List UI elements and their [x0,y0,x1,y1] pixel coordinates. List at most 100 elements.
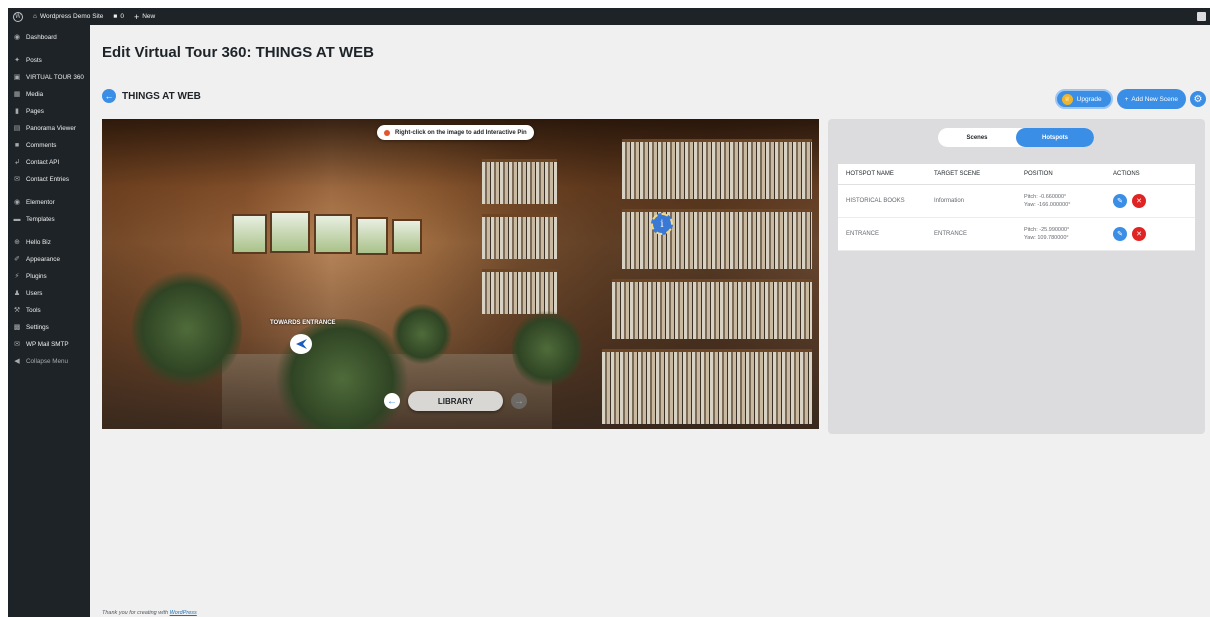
sidebar-item-virtual-tour[interactable]: ▣ VIRTUAL TOUR 360 [8,69,90,86]
sidebar-item-posts[interactable]: ✦ Posts [8,52,90,69]
new-content-menu[interactable]: + New [129,8,160,25]
bookshelf-image [602,349,812,424]
previous-scene-button[interactable]: ← [384,393,400,409]
upgrade-button[interactable]: ♕ Upgrade [1054,89,1113,109]
admin-bar: W ⌂ Wordpress Demo Site ■ 0 + New [8,8,1210,25]
upgrade-label: Upgrade [1076,95,1102,103]
sidebar-item-label: Hello Biz [26,239,51,246]
comments-menu[interactable]: ■ 0 [108,8,129,25]
hotspots-panel: Scenes Hotspots HOTSPOT NAME TARGET SCEN… [828,119,1205,434]
sidebar-item-dashboard[interactable]: ◉ Dashboard [8,29,90,46]
plus-icon: + [1124,95,1129,103]
sidebar-item-plugins[interactable]: ⚡ Plugins [8,268,90,285]
scene-link-hotspot[interactable] [290,334,312,354]
chevron-left-icon [296,339,307,349]
sidebar-item-appearance[interactable]: ✐ Appearance [8,251,90,268]
tab-scenes[interactable]: Scenes [938,128,1016,147]
sidebar-item-label: Collapse Menu [26,358,69,365]
top-actions: ♕ Upgrade + Add New Scene ⚙ [1054,89,1206,109]
wp-admin-window: W ⌂ Wordpress Demo Site ■ 0 + New ◉ Dash… [8,8,1210,617]
film-icon: ▣ [13,74,21,82]
new-label: New [142,13,156,20]
bookshelf-image [482,269,557,314]
sidebar-item-label: Settings [26,324,49,331]
sidebar-collapse-menu[interactable]: ◀ Collapse Menu [8,353,90,370]
window-image [314,214,352,254]
wordpress-logo-icon: W [13,11,23,22]
admin-footer: Thank you for creating with WordPress [102,610,197,616]
target-scene: Information [934,198,965,204]
brush-icon: ✐ [14,256,20,264]
site-name: Wordpress Demo Site [39,13,104,20]
scene-header: ← THINGS AT WEB [102,89,201,103]
site-name-menu[interactable]: ⌂ Wordpress Demo Site [28,8,108,25]
user-icon: ♟ [13,290,21,298]
current-scene-label[interactable]: LIBRARY [408,391,503,411]
table-row: ENTRANCE ENTRANCE Pitch: -25.990000° Yaw… [838,218,1195,251]
back-arrow-icon[interactable]: ← [102,89,116,103]
api-icon: ↲ [14,159,20,167]
sidebar-item-settings[interactable]: ▩ Settings [8,319,90,336]
sidebar-item-pages[interactable]: ▮ Pages [8,103,90,120]
admin-sidebar: ◉ Dashboard ✦ Posts ▣ VIRTUAL TOUR 360 ▦… [8,25,90,617]
delete-hotspot-button[interactable]: ✕ [1132,194,1146,208]
sidebar-item-label: Panorama Viewer [26,125,76,132]
column-header: ACTIONS [1113,171,1140,177]
add-scene-label: Add New Scene [1131,95,1178,103]
account-avatar[interactable] [1197,12,1206,21]
sidebar-item-tools[interactable]: ⚒ Tools [8,302,90,319]
tab-hotspots[interactable]: Hotspots [1016,128,1094,147]
sidebar-item-label: Elementor [26,199,55,206]
sidebar-item-label: Users [26,290,43,297]
edit-hotspot-button[interactable]: ✎ [1113,194,1127,208]
dashboard-icon: ◉ [13,34,21,42]
interactive-pin-hint: Right-click on the image to add Interact… [377,125,534,140]
next-scene-button[interactable]: → [511,393,527,409]
sidebar-item-label: Templates [26,216,55,223]
sidebar-item-label: Tools [26,307,41,314]
hotspots-table: HOTSPOT NAME TARGET SCENE POSITION ACTIO… [838,164,1195,251]
sidebar-item-templates[interactable]: ▬ Templates [8,211,90,228]
elementor-icon: ◉ [13,199,21,207]
window-image [356,217,388,255]
wp-logo-menu[interactable]: W [8,8,28,25]
media-icon: ▦ [13,91,21,99]
wordpress-link[interactable]: WordPress [170,610,197,616]
sidebar-item-comments[interactable]: ■ Comments [8,137,90,154]
sidebar-item-contact-api[interactable]: ↲ Contact API [8,154,90,171]
info-hotspot-icon[interactable]: i [651,213,673,235]
sidebar-item-elementor[interactable]: ◉ Elementor [8,194,90,211]
sidebar-item-wp-mail-smtp[interactable]: ✉ WP Mail SMTP [8,336,90,353]
comments-count: 0 [120,13,124,20]
delete-hotspot-button[interactable]: ✕ [1132,227,1146,241]
target-scene: ENTRANCE [934,231,968,237]
settings-icon: ▩ [13,324,21,332]
panorama-viewer[interactable]: Right-click on the image to add Interact… [102,119,819,429]
plug-icon: ⚡ [14,273,20,281]
sidebar-item-panorama-viewer[interactable]: ▤ Panorama Viewer [8,120,90,137]
pin-dot-icon [384,129,390,136]
pitch-value: Pitch: -0.660000° [1024,194,1067,200]
edit-hotspot-button[interactable]: ✎ [1113,227,1127,241]
bookshelf-image [482,159,557,204]
footer-text: Thank you for creating with [102,610,169,616]
sidebar-item-contact-entries[interactable]: ✉ Contact Entries [8,171,90,188]
sidebar-item-hello-biz[interactable]: ⊕ Hello Biz [8,234,90,251]
bookshelf-image [482,214,557,259]
sidebar-item-label: Comments [26,142,57,149]
sidebar-item-media[interactable]: ▦ Media [8,86,90,103]
wrench-icon: ⚒ [13,307,21,315]
mail-smtp-icon: ✉ [14,341,20,349]
column-header: HOTSPOT NAME [846,171,894,177]
sidebar-item-label: Contact Entries [26,176,70,183]
hotspot-name: ENTRANCE [846,231,880,237]
home-icon: ⌂ [33,13,37,20]
pin-icon: ✦ [14,57,20,65]
sidebar-item-label: VIRTUAL TOUR 360 [26,74,84,81]
gear-icon[interactable]: ⚙ [1190,91,1206,107]
add-new-scene-button[interactable]: + Add New Scene [1116,89,1186,109]
hotspot-name: HISTORICAL BOOKS [846,198,905,204]
hotspot-position: Pitch: -25.990000° Yaw: 109.780000° [1016,226,1105,242]
sidebar-item-users[interactable]: ♟ Users [8,285,90,302]
comment-icon: ■ [14,142,20,150]
